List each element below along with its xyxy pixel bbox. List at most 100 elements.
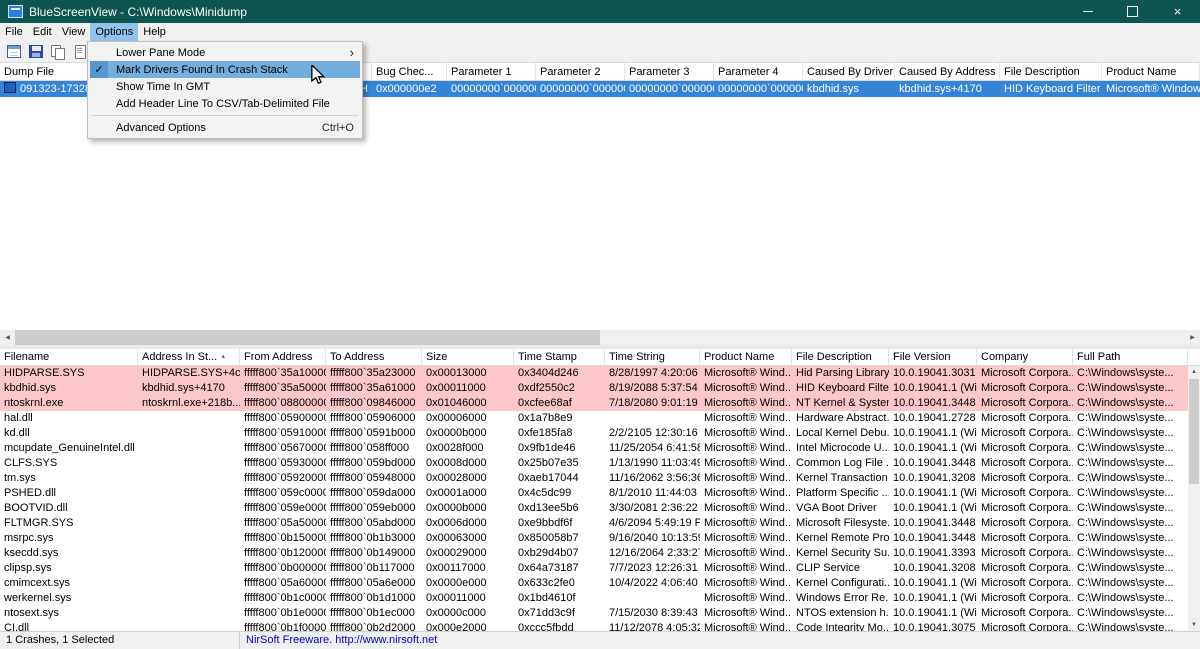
properties-icon	[73, 45, 87, 58]
driver-cell: 3/30/2081 2:36:22 ...	[605, 501, 700, 516]
driver-cell: 0x1a7b8e9	[514, 411, 605, 426]
driver-row-cmimcext-sys[interactable]: cmimcext.sysfffff800`05a60000fffff800`05…	[0, 576, 1188, 591]
driver-row-pshed-dll[interactable]: PSHED.dllfffff800`059c0000fffff800`059da…	[0, 486, 1188, 501]
column-header-caused-by-driver[interactable]: Caused By Driver	[803, 63, 895, 80]
options-menu-item-advanced-options[interactable]: Advanced OptionsCtrl+O	[90, 119, 360, 136]
options-menu-item-show-time-in-gmt[interactable]: Show Time In GMT	[90, 78, 360, 95]
driver-cell	[138, 411, 240, 426]
driver-row-werkernel-sys[interactable]: werkernel.sysfffff800`0b1c0000fffff800`0…	[0, 591, 1188, 606]
driver-cell	[138, 561, 240, 576]
menu-item-label: Lower Pane Mode	[108, 47, 350, 59]
driver-cell: 0xfe185fa8	[514, 426, 605, 441]
driver-cell	[138, 471, 240, 486]
horizontal-scrollbar-thumb[interactable]	[15, 330, 600, 345]
driver-row-mcupdate-genuineintel-dll[interactable]: mcupdate_GenuineIntel.dllfffff800`056700…	[0, 441, 1188, 456]
close-button[interactable]: ×	[1155, 0, 1200, 23]
driver-cell: 0xcfee68af	[514, 396, 605, 411]
driver-row-ci-dll[interactable]: CI.dllfffff800`0b1f0000fffff800`0b2d2000…	[0, 621, 1188, 631]
column-header-full-path[interactable]: Full Path	[1073, 349, 1188, 365]
vertical-scrollbar[interactable]: ▲ ▼	[1188, 366, 1200, 631]
report-icon	[7, 45, 21, 58]
driver-cell: Microsoft® Wind...	[700, 381, 792, 396]
column-header-size[interactable]: Size	[422, 349, 514, 365]
driver-cell: C:\Windows\syste...	[1073, 471, 1188, 486]
column-header-from-address[interactable]: From Address	[240, 349, 326, 365]
driver-cell: 7/7/2023 12:26:31 ...	[605, 561, 700, 576]
menu-file[interactable]: File	[0, 23, 28, 41]
driver-cell: Microsoft® Wind...	[700, 366, 792, 381]
driver-cell: 11/25/2054 6:41:58...	[605, 441, 700, 456]
title-bar[interactable]: BlueScreenView - C:\Windows\Minidump ×	[0, 0, 1200, 23]
column-header-bug-chec[interactable]: Bug Chec...	[372, 63, 447, 80]
driver-cell: 0x00006000	[422, 411, 514, 426]
column-header-file-description[interactable]: File Description	[1000, 63, 1102, 80]
scroll-down-arrow-icon[interactable]: ▼	[1188, 619, 1200, 631]
options-menu-item-mark-drivers-found-in-crash-stack[interactable]: ✓Mark Drivers Found In Crash Stack	[90, 61, 360, 78]
driver-cell: 10.0.19041.3208 (W...	[889, 561, 977, 576]
driver-cell: C:\Windows\syste...	[1073, 426, 1188, 441]
menu-view[interactable]: View	[57, 23, 91, 41]
column-header-time-stamp[interactable]: Time Stamp	[514, 349, 605, 365]
driver-row-bootvid-dll[interactable]: BOOTVID.dllfffff800`059e0000fffff800`059…	[0, 501, 1188, 516]
options-menu-item-lower-pane-mode[interactable]: Lower Pane Mode›	[90, 44, 360, 61]
column-header-address-in-st[interactable]: Address In St...▲	[138, 349, 240, 365]
column-header-caused-by-address[interactable]: Caused By Address	[895, 63, 1000, 80]
menu-options[interactable]: Options	[90, 23, 138, 41]
driver-row-hal-dll[interactable]: hal.dllfffff800`05900000fffff800`0590600…	[0, 411, 1188, 426]
driver-cell: 1/13/1990 11:03:49...	[605, 456, 700, 471]
column-header-file-version[interactable]: File Version	[889, 349, 977, 365]
horizontal-scrollbar[interactable]: ◀ ▶	[0, 330, 1200, 345]
scroll-right-arrow-icon[interactable]: ▶	[1185, 330, 1200, 345]
driver-row-ntosext-sys[interactable]: ntosext.sysfffff800`0b1e0000fffff800`0b1…	[0, 606, 1188, 621]
nirsoft-link[interactable]: NirSoft Freeware. http://www.nirsoft.net	[240, 632, 1200, 649]
driver-cell: 10.0.19041.1 (WinB...	[889, 426, 977, 441]
column-header-product-name[interactable]: Product Name	[700, 349, 792, 365]
driver-cell: Microsoft® Wind...	[700, 486, 792, 501]
driver-cell: Microsoft Corpora...	[977, 486, 1073, 501]
column-header-file-description[interactable]: File Description	[792, 349, 889, 365]
driver-row-hidparse-sys[interactable]: HIDPARSE.SYSHIDPARSE.SYS+4cadfffff800`35…	[0, 366, 1188, 381]
column-header-to-address[interactable]: To Address	[326, 349, 422, 365]
minimize-button[interactable]	[1065, 0, 1110, 23]
driver-row-clipsp-sys[interactable]: clipsp.sysfffff800`0b000000fffff800`0b11…	[0, 561, 1188, 576]
column-header-parameter-1[interactable]: Parameter 1	[447, 63, 536, 80]
column-header-parameter-2[interactable]: Parameter 2	[536, 63, 625, 80]
driver-row-ksecdd-sys[interactable]: ksecdd.sysfffff800`0b120000fffff800`0b14…	[0, 546, 1188, 561]
report-button[interactable]	[4, 43, 23, 61]
scroll-up-arrow-icon[interactable]: ▲	[1188, 366, 1200, 378]
driver-cell: 10.0.19041.2728 (W...	[889, 411, 977, 426]
driver-cell: 10.0.19041.1 (WinB...	[889, 591, 977, 606]
driver-cell: hal.dll	[0, 411, 138, 426]
driver-cell: C:\Windows\syste...	[1073, 576, 1188, 591]
dump-cell: 00000000`000000...	[714, 81, 803, 97]
options-menu-item-add-header-line-to-csv-tab-delimited-file[interactable]: Add Header Line To CSV/Tab-Delimited Fil…	[90, 95, 360, 112]
menu-item-shortcut: Ctrl+O	[322, 122, 360, 134]
driver-row-ntoskrnl-exe[interactable]: ntoskrnl.exentoskrnl.exe+218b...fffff800…	[0, 396, 1188, 411]
column-header-product-name[interactable]: Product Name	[1102, 63, 1200, 80]
scroll-left-arrow-icon[interactable]: ◀	[0, 330, 15, 345]
driver-cell: fffff800`09846000	[326, 396, 422, 411]
vertical-scrollbar-thumb[interactable]	[1189, 379, 1199, 484]
driver-row-msrpc-sys[interactable]: msrpc.sysfffff800`0b150000fffff800`0b1b3…	[0, 531, 1188, 546]
driver-cell: Microsoft® Wind...	[700, 546, 792, 561]
menu-help[interactable]: Help	[138, 23, 171, 41]
menu-edit[interactable]: Edit	[28, 23, 57, 41]
copy-button[interactable]	[48, 43, 67, 61]
driver-row-kbdhid-sys[interactable]: kbdhid.syskbdhid.sys+4170fffff800`35a500…	[0, 381, 1188, 396]
driver-cell: fffff800`059eb000	[326, 501, 422, 516]
driver-cell: 9/16/2040 10:13:59...	[605, 531, 700, 546]
driver-cell: kbdhid.sys	[0, 381, 138, 396]
column-header-parameter-4[interactable]: Parameter 4	[714, 63, 803, 80]
driver-cell: Microsoft Corpora...	[977, 456, 1073, 471]
driver-row-clfs-sys[interactable]: CLFS.SYSfffff800`05930000fffff800`059bd0…	[0, 456, 1188, 471]
column-header-time-string[interactable]: Time String	[605, 349, 700, 365]
driver-row-tm-sys[interactable]: tm.sysfffff800`05920000fffff800`05948000…	[0, 471, 1188, 486]
column-header-company[interactable]: Company	[977, 349, 1073, 365]
driver-cell: 10.0.19041.3448 (W...	[889, 396, 977, 411]
column-header-filename[interactable]: Filename	[0, 349, 138, 365]
driver-row-fltmgr-sys[interactable]: FLTMGR.SYSfffff800`05a50000fffff800`05ab…	[0, 516, 1188, 531]
maximize-button[interactable]	[1110, 0, 1155, 23]
driver-row-kd-dll[interactable]: kd.dllfffff800`05910000fffff800`0591b000…	[0, 426, 1188, 441]
save-button[interactable]	[26, 43, 45, 61]
column-header-parameter-3[interactable]: Parameter 3	[625, 63, 714, 80]
